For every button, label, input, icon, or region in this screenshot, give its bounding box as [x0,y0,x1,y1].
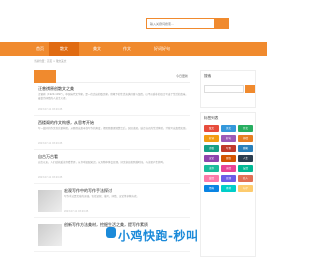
nav-item-prose[interactable]: 散文 [49,42,79,56]
search-box [146,18,215,29]
watermark-logo-icon [106,227,116,238]
sidebar-search-input[interactable] [204,85,244,93]
breadcrumb: 当前位置：首页 > 散文美文 [34,60,67,63]
tags-label: 标签列表 [204,116,219,120]
nav-item-beautiful-prose[interactable]: 美文 [82,42,112,56]
article-title[interactable]: 汪曾祺原创散文之美 [38,86,74,92]
tag-item[interactable]: 随笔 [238,145,253,152]
tag-item[interactable]: 美文 [221,125,236,132]
tag-item[interactable]: 读书 [204,165,219,172]
tag-item[interactable]: 好句 [221,135,236,142]
tag-item[interactable]: 友情 [238,165,253,172]
tag-item[interactable]: 好词 [204,135,219,142]
sidebar-search-panel: 搜索 [200,70,256,108]
list-item[interactable]: 自古万古看 自古以来，人们就热爱读书看世界，从书中汲取知识，从万物中体会哲理，好… [34,152,190,184]
search-button[interactable] [215,18,229,29]
article-date: 2023-07-11 03:29:25 [64,210,89,213]
main-nav: 首页 散文 美文 作文 好词好句 [0,42,267,56]
article-date: 2023-07-11 03:29:25 [38,142,63,145]
tag-item[interactable]: 人生 [238,155,253,162]
list-header-accent [34,70,56,83]
tag-item[interactable]: 写景 [221,145,236,152]
article-title[interactable]: 宏观写作中的写作手法探讨 [64,188,112,194]
latest-label: 今日更新 [175,74,188,78]
article-excerpt: 自古以来，人们就热爱读书看世界，从书中汲取知识，从万物中体会哲理，好文章总能跨越… [38,161,166,164]
tag-item[interactable]: 素材 [221,185,236,192]
article-excerpt: 汪曾祺（1920-1997），中国当代文学家，是一位杰出的散文家。他笔下的生活充… [38,93,188,100]
list-item[interactable]: 汪曾祺原创散文之美 汪曾祺（1920-1997），中国当代文学家，是一位杰出的散… [34,84,190,116]
tag-item[interactable]: 爱情 [204,175,219,182]
tag-item[interactable]: 议论 [204,155,219,162]
tag-item[interactable]: 作文 [238,125,253,132]
article-thumbnail[interactable] [38,224,62,246]
list-item[interactable]: 西楼阁的作文构想，从思考开始 写一篇好的作文首先要构思，从题目出发寻找写作的角度… [34,118,190,150]
search-input[interactable] [147,19,214,28]
article-date: 2023-07-11 03:29:25 [38,108,63,111]
sidebar-search-label: 搜索 [204,74,212,78]
tag-cloud: 标签列表 散文 美文 作文好词 好句 抒情诗歌 写景 随笔议论 感悟 人生读书 亲情 友情爱情 哲理名… [200,112,256,257]
article-excerpt: 写作手法是文章的灵魂，包括记叙、描写、抒情、议论等多种方式。 [64,195,140,198]
tag-item[interactable]: 诗歌 [204,145,219,152]
sidebar-search-button[interactable] [245,85,255,93]
tag-item[interactable]: 名人 [238,175,253,182]
tag-item[interactable]: 抒情 [238,135,253,142]
article-excerpt: 写一篇好的作文首先要构思，从题目出发寻找写作的角度，把思路整理清楚之后，层层递进… [38,127,189,130]
tag-item[interactable]: 哲理 [221,175,236,182]
nav-item-home[interactable]: 首页 [31,42,49,56]
header [0,0,267,42]
list-header: 今日更新 [34,70,190,83]
list-item[interactable]: 宏观写作中的写作手法探讨 写作手法是文章的灵魂，包括记叙、描写、抒情、议论等多种… [34,186,190,218]
tag-item[interactable]: 亲情 [221,165,236,172]
article-date: 2023-07-11 03:29:25 [38,176,63,179]
tag-item[interactable]: 散文 [204,125,219,132]
article-thumbnail[interactable] [38,190,62,212]
tag-item[interactable]: 感悟 [221,155,236,162]
nav-item-good-words[interactable]: 好词好句 [142,42,182,56]
watermark-text: 小鸡快跑-秒叫 [118,229,199,243]
article-title[interactable]: 西楼阁的作文构想，从思考开始 [38,120,94,126]
nav-item-essay[interactable]: 作文 [112,42,142,56]
tag-item[interactable]: 句子 [238,185,253,192]
sidebar: 搜索 标签列表 散文 美文 作文好词 好句 抒情诗歌 写景 随笔议论 感悟 人生读书 亲情 友情爱情… [200,70,256,257]
article-title[interactable]: 自古万古看 [38,154,58,160]
tag-item[interactable]: 经典 [204,185,219,192]
